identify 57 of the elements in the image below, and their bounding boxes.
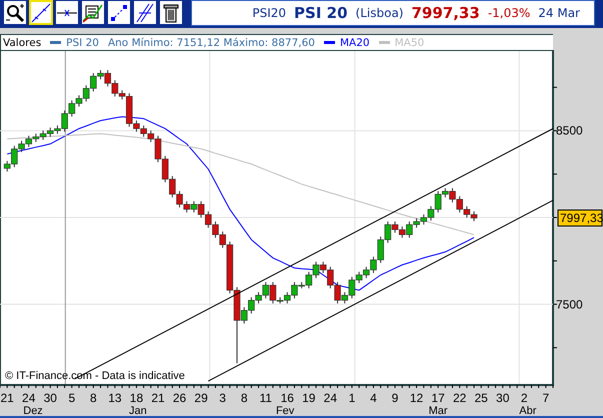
magnifier-icon [5,2,25,22]
x-axis-label: 30 [496,391,510,405]
x-axis-label: 1 [348,391,356,405]
x-axis-label: 8 [240,391,248,405]
year-range-label: Ano Mínimo: 7151,12 Máximo: 8877,60 [108,36,315,48]
price-value: 7997,33 [411,4,480,22]
x-axis-label: 24 [22,391,36,405]
zoom-tool-button[interactable] [3,0,27,25]
x-axis-label: 7 [542,391,550,405]
x-axis-label: 17 [431,391,445,405]
horizontal-line-tool-button[interactable] [55,0,79,25]
x-axis-label: 30 [44,391,57,405]
x-axis-label: 3 [219,391,226,405]
x-axis-label: 5 [68,391,76,405]
x-axis-label: 12 [410,391,424,405]
text-tool-button[interactable] [81,0,105,25]
x-axis-label: 11 [260,391,272,405]
x-axis-label: 4 [370,391,377,405]
legend-series-label: PSI 20 [66,36,99,48]
parallel-lines-tool-button[interactable] [133,0,157,25]
month-label: Fev [276,405,294,417]
symbol-label: PSI20 [252,6,286,20]
x-axis-label: 24 [324,391,338,405]
x-axis-label: 21 [151,391,165,405]
month-label: Dez [23,405,43,417]
index-name: PSI 20 [294,4,348,22]
x-axis-label: 25 [474,391,488,405]
legend-series-label: MA20 [340,36,370,48]
quote-date: 24 Mar [538,6,580,20]
month-label: Mar [428,405,448,417]
chart-note-icon [83,2,103,22]
x-axis-label: 22 [452,391,466,405]
points-tool-button[interactable] [107,0,131,25]
legend-title: Valores [3,36,42,48]
x-axis-label: 21 [0,391,14,405]
y-axis-label: 8500 [556,124,583,138]
x-axis-label: 29 [194,391,208,405]
x-axis-label: 26 [172,391,186,405]
dotted-line-icon [109,2,129,22]
y-axis-label: 7500 [556,297,583,312]
x-axis-label: 8 [90,391,97,405]
trash-icon [161,2,181,22]
change-percent: -1,03% [488,6,530,20]
x-axis-label: 13 [108,391,122,405]
parallel-lines-icon [135,2,155,22]
trash-button[interactable] [159,0,183,25]
exchange-label: (Lisboa) [356,6,404,20]
x-axis-label: 2 [520,391,528,405]
month-label: Jan [129,405,147,417]
x-axis-label: 9 [392,391,398,405]
legend-series-label: MA50 [394,36,424,48]
month-label: Abr [519,405,536,417]
trend-line-tool-button[interactable] [29,0,53,25]
x-axis-label: 18 [130,391,144,405]
x-axis-label: 16 [280,391,294,405]
diagonal-line-icon [31,2,51,22]
x-axis-label: 19 [302,391,316,405]
